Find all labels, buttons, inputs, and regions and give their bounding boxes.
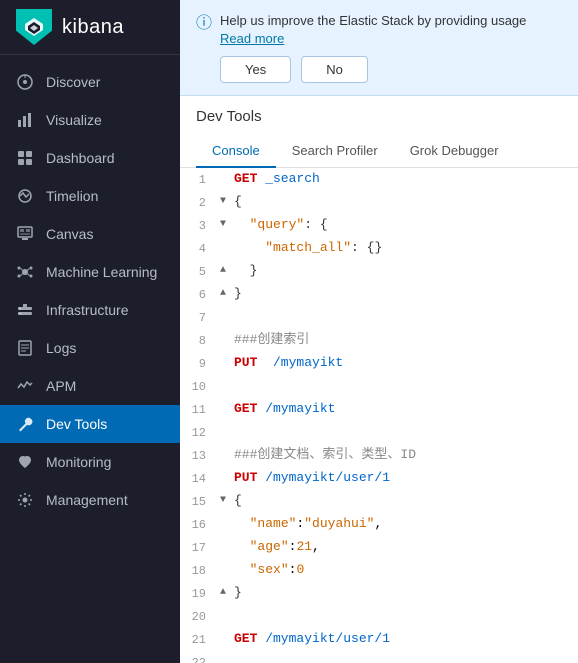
banner-buttons: Yes No: [220, 56, 562, 83]
table-row: 18 "sex":0: [180, 559, 578, 582]
sidebar-label-apm: APM: [46, 378, 76, 394]
sidebar-item-apm[interactable]: APM: [0, 367, 180, 405]
logo-text: kibana: [62, 16, 124, 39]
sidebar-label-monitoring: Monitoring: [46, 454, 111, 470]
table-row: 11 GET /mymayikt: [180, 398, 578, 421]
table-row: 2 ▼ {: [180, 191, 578, 214]
sidebar-label-devtools: Dev Tools: [46, 416, 107, 432]
apm-icon: [16, 377, 34, 395]
dashboard-icon: [16, 149, 34, 167]
sidebar-item-management[interactable]: Management: [0, 481, 180, 519]
sidebar-item-visualize[interactable]: Visualize: [0, 101, 180, 139]
table-row: 6 ▲ }: [180, 283, 578, 306]
sidebar-label-infrastructure: Infrastructure: [46, 302, 128, 318]
table-row: 5 ▲ }: [180, 260, 578, 283]
sidebar-item-timelion[interactable]: Timelion: [0, 177, 180, 215]
sidebar-label-timelion: Timelion: [46, 188, 98, 204]
table-row: 7: [180, 306, 578, 329]
table-row: 8 ###创建索引: [180, 329, 578, 352]
sidebar-item-devtools[interactable]: Dev Tools: [0, 405, 180, 443]
table-row: 4 "match_all": {}: [180, 237, 578, 260]
timelion-icon: [16, 187, 34, 205]
bar-chart-icon: [16, 111, 34, 129]
gear-icon: [16, 491, 34, 509]
info-icon: ⓘ: [196, 13, 212, 35]
sidebar-item-logs[interactable]: Logs: [0, 329, 180, 367]
table-row: 13 ###创建文档、索引、类型、ID: [180, 444, 578, 467]
sidebar-label-discover: Discover: [46, 74, 100, 90]
devtools-title: Dev Tools: [196, 108, 562, 125]
usage-banner: ⓘ Help us improve the Elastic Stack by p…: [180, 0, 578, 96]
read-more-link[interactable]: Read more: [220, 31, 284, 46]
logo-area: kibana: [0, 0, 180, 55]
ml-icon: [16, 263, 34, 281]
sidebar-label-visualize: Visualize: [46, 112, 102, 128]
sidebar-navigation: Discover Visualize: [0, 55, 180, 663]
sidebar: kibana Discover Visualize: [0, 0, 180, 663]
infrastructure-icon: [16, 301, 34, 319]
devtools-header: Dev Tools Console Search Profiler Grok D…: [180, 96, 578, 168]
table-row: 17 "age":21,: [180, 536, 578, 559]
logs-icon: [16, 339, 34, 357]
table-row: 3 ▼ "query": {: [180, 214, 578, 237]
heart-icon: [16, 453, 34, 471]
table-row: 16 "name":"duyahui",: [180, 513, 578, 536]
banner-message: Help us improve the Elastic Stack by pro…: [220, 12, 526, 48]
tab-console[interactable]: Console: [196, 135, 276, 168]
table-row: 14 PUT /mymayikt/user/1: [180, 467, 578, 490]
tab-grok-debugger[interactable]: Grok Debugger: [394, 135, 515, 168]
tab-search-profiler[interactable]: Search Profiler: [276, 135, 394, 168]
table-row: 20: [180, 605, 578, 628]
sidebar-label-dashboard: Dashboard: [46, 150, 115, 166]
table-row: 9 PUT /mymayikt: [180, 352, 578, 375]
sidebar-label-canvas: Canvas: [46, 226, 93, 242]
table-row: 22: [180, 651, 578, 663]
code-editor[interactable]: 1 GET _search 2 ▼ { 3 ▼ "query": { 4 "ma…: [180, 168, 578, 663]
devtools-tabs: Console Search Profiler Grok Debugger: [196, 135, 562, 167]
table-row: 10: [180, 375, 578, 398]
table-row: 15 ▼ {: [180, 490, 578, 513]
table-row: 19 ▲ }: [180, 582, 578, 605]
wrench-icon: [16, 415, 34, 433]
main-content: ⓘ Help us improve the Elastic Stack by p…: [180, 0, 578, 663]
banner-text-area: ⓘ Help us improve the Elastic Stack by p…: [196, 12, 562, 48]
sidebar-item-infrastructure[interactable]: Infrastructure: [0, 291, 180, 329]
sidebar-item-dashboard[interactable]: Dashboard: [0, 139, 180, 177]
sidebar-item-machine-learning[interactable]: Machine Learning: [0, 253, 180, 291]
sidebar-item-monitoring[interactable]: Monitoring: [0, 443, 180, 481]
canvas-icon: [16, 225, 34, 243]
table-row: 1 GET _search: [180, 168, 578, 191]
logo-icon: [16, 9, 52, 45]
no-button[interactable]: No: [301, 56, 368, 83]
yes-button[interactable]: Yes: [220, 56, 291, 83]
sidebar-item-discover[interactable]: Discover: [0, 63, 180, 101]
compass-icon: [16, 73, 34, 91]
sidebar-label-management: Management: [46, 492, 128, 508]
table-row: 12: [180, 421, 578, 444]
sidebar-item-canvas[interactable]: Canvas: [0, 215, 180, 253]
table-row: 21 GET /mymayikt/user/1: [180, 628, 578, 651]
sidebar-label-ml: Machine Learning: [46, 264, 157, 280]
sidebar-label-logs: Logs: [46, 340, 76, 356]
